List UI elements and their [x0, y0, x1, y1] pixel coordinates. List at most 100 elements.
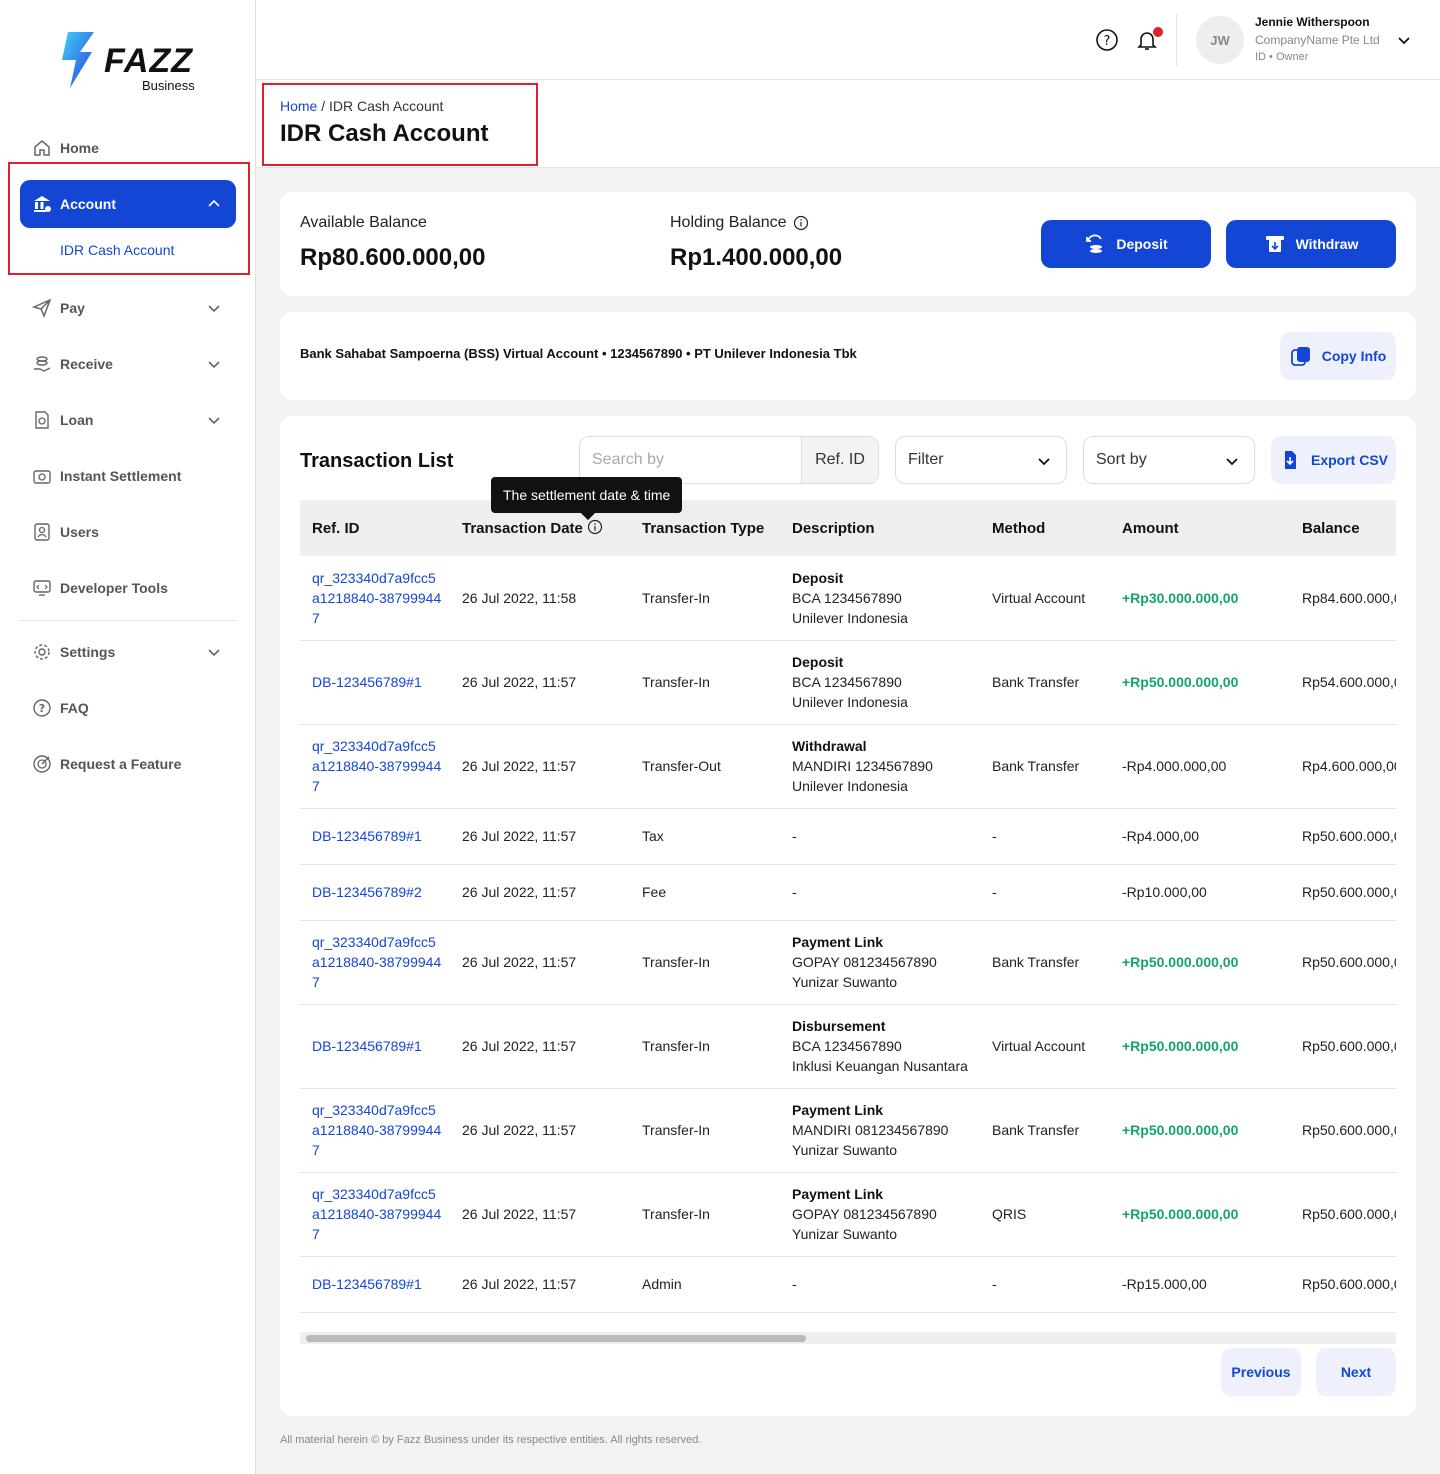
filter-select[interactable]: Filter — [895, 436, 1067, 484]
table-row[interactable]: qr_323340d7a9fcc5a1218840-387999447 26 J… — [300, 1172, 1396, 1257]
scrollbar-thumb[interactable] — [306, 1335, 806, 1342]
sidebar-item-pay[interactable]: Pay — [20, 284, 236, 332]
sidebar-item-faq[interactable]: ? FAQ — [20, 684, 236, 732]
ref-id-link[interactable]: qr_323340d7a9fcc5a1218840-387999447 — [300, 724, 450, 809]
help-icon[interactable]: ? — [1095, 28, 1119, 52]
description: Withdrawal MANDIRI 1234567890 Unilever Ind… — [780, 724, 980, 809]
description-line: BCA 1234567890 — [792, 674, 902, 690]
sidebar-item-users[interactable]: Users — [20, 508, 236, 556]
table-row[interactable]: qr_323340d7a9fcc5a1218840-387999447 26 J… — [300, 556, 1396, 641]
fazz-logo[interactable]: FAZZ Business — [58, 28, 208, 96]
description: - — [780, 808, 980, 865]
withdraw-button[interactable]: Withdraw — [1226, 220, 1396, 268]
deposit-icon — [1086, 234, 1103, 253]
table-row[interactable]: qr_323340d7a9fcc5a1218840-387999447 26 J… — [300, 724, 1396, 809]
table-row[interactable]: DB-123456789#1 26 Jul 2022, 11:57 Admin … — [300, 1256, 1396, 1313]
sidebar-item-request-feature[interactable]: Request a Feature — [20, 740, 236, 788]
transaction-date: 26 Jul 2022, 11:57 — [450, 808, 630, 865]
method: - — [980, 1256, 1110, 1313]
description: - — [780, 864, 980, 921]
sidebar-item-settings[interactable]: Settings — [20, 628, 236, 676]
amount: -Rp15.000,00 — [1110, 1256, 1290, 1313]
ref-id-link[interactable]: qr_323340d7a9fcc5a1218840-387999447 — [300, 1172, 450, 1257]
table-row[interactable]: DB-123456789#2 26 Jul 2022, 11:57 Fee - … — [300, 864, 1396, 921]
balance: Rp50.600.000,00 — [1290, 1172, 1396, 1257]
column-header-ref-id: Ref. ID — [300, 500, 450, 556]
balance: Rp54.600.000,00 — [1290, 640, 1396, 725]
sort-select[interactable]: Sort by — [1083, 436, 1255, 484]
chevron-down-icon — [208, 305, 220, 313]
transaction-type: Transfer-In — [630, 1172, 780, 1257]
ref-id-link[interactable]: DB-123456789#1 — [300, 640, 450, 725]
description-line: Yunizar Suwanto — [792, 1226, 898, 1242]
deposit-button[interactable]: Deposit — [1041, 220, 1211, 268]
info-icon[interactable] — [793, 215, 809, 231]
filter-label: Filter — [908, 451, 944, 468]
description-line: BCA 1234567890 — [792, 589, 902, 606]
sidebar-item-label: Pay — [60, 300, 85, 316]
copy-info-label: Copy Info — [1321, 348, 1387, 364]
description-title: Deposit — [792, 654, 844, 670]
search-field-select[interactable]: Ref. ID — [802, 437, 878, 483]
table-row[interactable]: DB-123456789#1 26 Jul 2022, 11:57 Tax - … — [300, 808, 1396, 865]
chevron-down-icon[interactable] — [1396, 32, 1412, 48]
ref-id-link[interactable]: DB-123456789#1 — [300, 808, 450, 865]
copy-info-button[interactable]: Copy Info — [1280, 332, 1396, 380]
balance: Rp50.600.000,00 — [1290, 1088, 1396, 1173]
top-bar: ? JW Jennie Witherspoon CompanyName Pte … — [256, 0, 1440, 80]
holding-balance-value: Rp1.400.000,00 — [670, 244, 843, 271]
description: Payment Link GOPAY 081234567890 Yunizar Su… — [780, 920, 980, 1005]
description-line: BCA 1234567890 — [792, 1038, 902, 1054]
chevron-down-icon — [208, 649, 220, 657]
transaction-date: 26 Jul 2022, 11:57 — [450, 640, 630, 725]
sidebar-item-receive[interactable]: Receive — [20, 340, 236, 388]
method: Virtual Account — [980, 556, 1110, 641]
description-line: Yunizar Suwanto — [792, 974, 898, 990]
holding-balance-label: Holding Balance — [670, 214, 809, 232]
svg-text:?: ? — [1104, 34, 1111, 49]
previous-button[interactable]: Previous — [1221, 1348, 1301, 1396]
transaction-date: 26 Jul 2022, 11:57 — [450, 1088, 630, 1173]
transaction-table[interactable]: Ref. ID Transaction Date Transaction Typ… — [300, 500, 1396, 1332]
ref-id-link[interactable]: DB-123456789#1 — [300, 1256, 450, 1313]
transaction-date: 26 Jul 2022, 11:57 — [450, 1172, 630, 1257]
sidebar-item-developer-tools[interactable]: Developer Tools — [20, 564, 236, 612]
table-row[interactable]: qr_323340d7a9fcc5a1218840-387999447 26 J… — [300, 920, 1396, 1005]
svg-text:?: ? — [39, 702, 45, 715]
export-csv-button[interactable]: Export CSV — [1271, 436, 1396, 484]
transaction-date: 26 Jul 2022, 11:57 — [450, 724, 630, 809]
method: - — [980, 864, 1110, 921]
ref-id-link[interactable]: qr_323340d7a9fcc5a1218840-387999447 — [300, 920, 450, 1005]
table-row[interactable]: qr_323340d7a9fcc5a1218840-387999447 26 J… — [300, 1088, 1396, 1173]
ref-id-link[interactable]: qr_323340d7a9fcc5a1218840-387999447 — [300, 556, 450, 641]
description-line: Unilever Indonesia — [792, 694, 908, 710]
column-header-balance: Balance — [1290, 500, 1396, 556]
transaction-type: Admin — [630, 1256, 780, 1313]
sidebar-item-label: Loan — [60, 412, 94, 428]
ref-id-link[interactable]: DB-123456789#2 — [300, 864, 450, 921]
next-button[interactable]: Next — [1316, 1348, 1396, 1396]
amount: +Rp50.000.000,00 — [1110, 1004, 1290, 1089]
description-title: Payment Link — [792, 934, 884, 950]
amount: +Rp50.000.000,00 — [1110, 920, 1290, 1005]
sidebar-item-loan[interactable]: Loan — [20, 396, 236, 444]
ref-id-link[interactable]: DB-123456789#1 — [300, 1004, 450, 1089]
virtual-account-info: Bank Sahabat Sampoerna (BSS) Virtual Acc… — [300, 346, 857, 361]
horizontal-scrollbar[interactable] — [300, 1332, 1396, 1344]
avatar[interactable]: JW — [1196, 16, 1244, 64]
virtual-account-card: Bank Sahabat Sampoerna (BSS) Virtual Acc… — [280, 312, 1416, 400]
method: Virtual Account — [980, 1004, 1110, 1089]
table-row[interactable]: DB-123456789#1 26 Jul 2022, 11:57 Transf… — [300, 1004, 1396, 1089]
withdraw-label: Withdraw — [1295, 236, 1359, 252]
chevron-down-icon — [1038, 458, 1050, 466]
ref-id-link[interactable]: qr_323340d7a9fcc5a1218840-387999447 — [300, 1088, 450, 1173]
sidebar-item-instant-settlement[interactable]: Instant Settlement — [20, 452, 236, 500]
info-icon[interactable] — [587, 519, 603, 535]
table-row[interactable]: DB-123456789#1 26 Jul 2022, 11:57 Transf… — [300, 640, 1396, 725]
sidebar-item-label: Request a Feature — [60, 756, 182, 772]
question-icon: ? — [32, 698, 52, 718]
tooltip: The settlement date & time — [491, 477, 683, 513]
chevron-down-icon — [1226, 458, 1238, 466]
target-icon — [32, 754, 52, 774]
sidebar-item-label: FAQ — [60, 700, 89, 716]
